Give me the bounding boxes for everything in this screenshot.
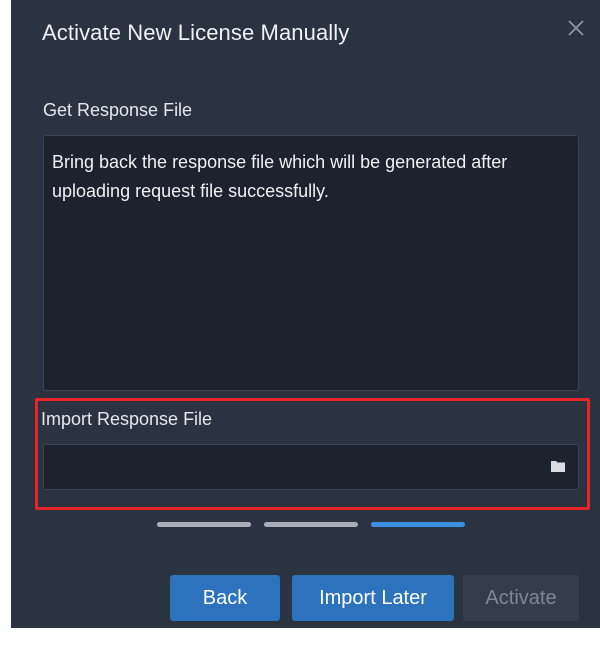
response-description-text: Bring back the response file which will … — [52, 152, 508, 201]
step-indicator-1 — [157, 522, 251, 527]
response-file-input[interactable] — [44, 445, 534, 489]
folder-icon[interactable] — [550, 459, 566, 473]
activate-button: Activate — [463, 575, 579, 621]
response-file-field[interactable] — [43, 444, 579, 490]
page-background — [0, 628, 600, 649]
step-indicator-3-active — [371, 522, 465, 527]
response-description-box: Bring back the response file which will … — [43, 135, 579, 391]
dialog-title: Activate New License Manually — [42, 20, 350, 45]
close-icon[interactable] — [564, 16, 588, 40]
import-later-button[interactable]: Import Later — [292, 575, 454, 621]
dialog-title-bar: Activate New License Manually — [11, 0, 600, 80]
activate-license-dialog: Activate New License Manually Get Respon… — [11, 0, 600, 628]
import-response-label: Import Response File — [41, 409, 213, 429]
step-indicator-2 — [264, 522, 358, 527]
get-response-label: Get Response File — [43, 100, 193, 120]
back-button[interactable]: Back — [170, 575, 280, 621]
